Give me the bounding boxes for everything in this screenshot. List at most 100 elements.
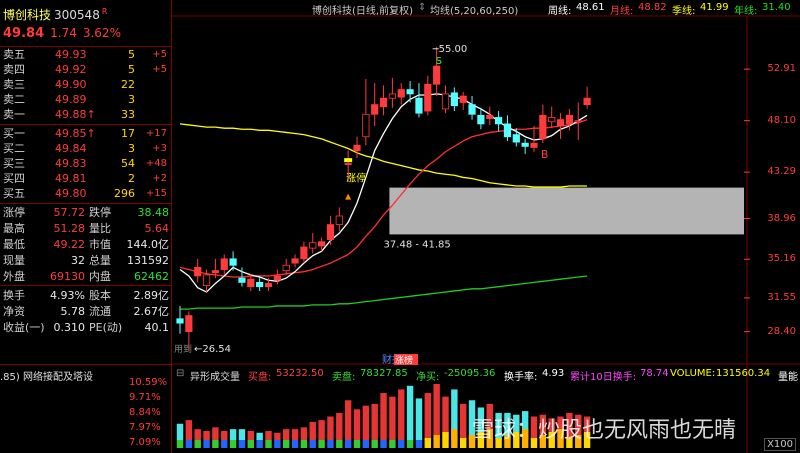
y-axis-label: 28.40	[767, 325, 796, 337]
volume-bar	[300, 427, 308, 440]
bid-row[interactable]: 买四 49.81 2 +2	[3, 172, 169, 185]
quote-panel: 博创科技 300548 R 49.84 1.74 3.62% 卖五 49.93 5 +5 卖四 4…	[0, 0, 172, 453]
candle-body	[424, 83, 432, 112]
volume-strip-bar	[406, 440, 414, 448]
ask-row[interactable]: 卖四 49.92 5 +5	[3, 63, 169, 76]
volume-bar	[389, 396, 396, 440]
ask-volume: 5	[128, 48, 135, 61]
volume-strip-bar	[380, 440, 387, 448]
divider	[0, 46, 171, 47]
year-line-label: 年线:	[734, 6, 758, 17]
candle-body	[202, 274, 211, 286]
candle-body	[194, 266, 202, 277]
volume-bar	[398, 389, 405, 440]
month-line-label: 月线:	[610, 6, 634, 17]
stat-row: 最低 49.22 市值 144.0亿	[3, 238, 169, 251]
volume-bar	[229, 429, 237, 440]
bid-row[interactable]: 买五 49.80 296 +15	[3, 187, 169, 200]
ask-price: 49.88↑	[55, 108, 96, 121]
y-axis-label: 38.96	[767, 212, 796, 224]
stat-label: 股本	[89, 289, 111, 302]
ma-label[interactable]: 均线(5,20,60,250)	[430, 2, 518, 17]
volume-bar	[424, 393, 431, 440]
candle-body	[433, 65, 441, 85]
volume-strip-bar	[389, 440, 396, 448]
ask-row[interactable]: 卖五 49.93 5 +5	[3, 48, 169, 61]
ask-price: 49.89	[55, 93, 87, 106]
candle-body	[238, 277, 246, 283]
watermark: 雪球：炒股也无风雨也无晴	[472, 418, 737, 443]
ask-row[interactable]: 卖一 49.88↑ 33	[3, 108, 169, 121]
bid-delta: +17	[145, 128, 167, 139]
candle-body	[326, 224, 335, 240]
buy-value: 53232.50	[276, 368, 324, 379]
candle-body	[486, 114, 494, 119]
bid-row[interactable]: 买二 49.84 3 +3	[3, 142, 169, 155]
candle-body	[185, 315, 193, 333]
volume-bar	[221, 430, 228, 440]
ask-row[interactable]: 卖二 49.89 3	[3, 93, 169, 106]
candle-body	[229, 258, 237, 266]
volume-strip-bar	[327, 440, 334, 448]
ask-level-label: 卖五	[3, 48, 25, 61]
stat-value: 2.89亿	[133, 289, 170, 302]
y-axis-label: 35.16	[767, 253, 796, 265]
volume-bar	[203, 430, 210, 440]
chart-canvas[interactable]: 37.48 - 41.8555.00SB涨停用到 ←26.54财报涨榜	[172, 0, 800, 453]
volume-bar	[380, 393, 387, 440]
volume-bar	[309, 421, 316, 440]
volume-strip-bar	[283, 440, 290, 448]
volume-settings-icon[interactable]: ⊟	[176, 368, 184, 379]
stat-label: 外盘	[3, 270, 25, 283]
stat-label: PE(动)	[89, 321, 123, 334]
volume-label: VOLUME:	[670, 368, 716, 379]
volume-strip-bar	[229, 440, 237, 448]
price-change: 1.74	[50, 26, 77, 40]
stat-row: 收益(一) 0.310 PE(动) 40.1	[3, 321, 169, 334]
volume-strip-bar	[371, 440, 378, 448]
volume-bar	[274, 432, 281, 440]
volume-strip-bar	[300, 440, 308, 448]
candle-body	[450, 92, 458, 107]
zoom-indicator[interactable]: X100	[764, 438, 796, 451]
net-value: -25095.36	[444, 368, 496, 379]
volume-strip-bar	[256, 440, 263, 448]
bid-row[interactable]: 买三 49.83 54 +48	[3, 157, 169, 170]
stock-code: 300548	[54, 8, 100, 22]
stat-row: 外盘 69130 内盘 62462	[3, 270, 169, 283]
bid-price: 49.80	[55, 187, 87, 200]
stat-value: 0.310	[53, 321, 86, 334]
volume-bar	[291, 429, 299, 440]
candle-body	[556, 119, 565, 127]
month-line-value: 48.82	[638, 2, 667, 13]
stat-label: 换手	[3, 289, 25, 302]
bid-delta: +48	[145, 158, 167, 169]
candle-body	[256, 281, 264, 288]
candle-body	[264, 283, 273, 288]
ask-row[interactable]: 卖三 49.90 22	[3, 78, 169, 91]
bid-row[interactable]: 买一 49.85↑ 17 +17	[3, 127, 169, 140]
low-prefix: 用到	[174, 343, 192, 355]
dropdown-icon[interactable]: ⇕	[418, 2, 426, 13]
kline-chart[interactable]: 37.48 - 41.85 55.00 S B 涨停 用到 ←26.54 财报 涨榜 博创科技(…	[172, 0, 800, 453]
volume-strip-bar	[265, 440, 272, 448]
volume-title[interactable]: 异形成交量	[190, 368, 240, 383]
y-axis-label: 52.91	[767, 63, 796, 75]
stock-price: 49.84 1.74 3.62%	[3, 26, 121, 41]
stock-header[interactable]: 博创科技 300548 R	[3, 6, 107, 23]
volume-bar	[344, 400, 352, 440]
volume-strip-bar	[433, 435, 440, 448]
stat-label: 现量	[3, 254, 25, 267]
ask-volume: 3	[128, 93, 135, 106]
candle-body	[273, 275, 281, 281]
bid-level-label: 买二	[3, 142, 25, 155]
volume-strip-bar	[309, 440, 316, 448]
stat-row: 涨停 57.72 跌停 38.48	[3, 206, 169, 219]
stat-label: 净资	[3, 305, 25, 318]
ask-volume: 33	[121, 108, 135, 121]
candle-body	[477, 114, 485, 125]
sector-title[interactable]: .85) 网络接配及塔设	[0, 368, 125, 383]
bid-volume: 17	[121, 127, 135, 140]
candle-body	[220, 258, 228, 270]
volume-strip-bar	[274, 440, 281, 448]
